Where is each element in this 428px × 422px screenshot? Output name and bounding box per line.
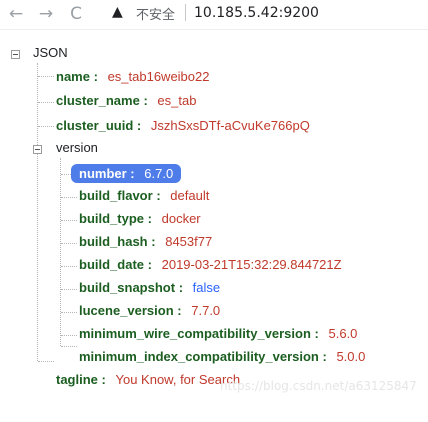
json-value: default [170,188,210,203]
tree-branch-line [61,174,71,175]
json-value: JszhSxsDTf-aCvuKe766pQ [150,118,310,133]
json-row-cluster-uuid[interactable]: cluster_uuid : JszhSxsDTf-aCvuKe766pQ [56,117,310,135]
tree-guide-line [60,158,61,346]
json-row-minimum-wire-compatibility-version[interactable]: minimum_wire_compatibility_version : 5.6… [79,325,357,343]
json-row-build-hash[interactable]: build_hash : 8453f77 [79,233,212,251]
json-key: build_snapshot [79,280,176,295]
json-row-build-snapshot[interactable]: build_snapshot : false [79,279,220,297]
json-row-minimum-index-compatibility-version[interactable]: minimum_index_compatibility_version : 5.… [79,348,365,366]
json-row-build-type[interactable]: build_type : docker [79,210,201,228]
browser-toolbar: ← → C ▲ 不安全 10.185.5.42:9200 [0,0,428,30]
tree-branch-line [61,335,77,336]
reload-icon[interactable]: C [66,4,86,24]
json-root-label[interactable]: JSON [33,45,68,60]
back-arrow-icon[interactable]: ← [6,4,26,24]
json-row-build-date[interactable]: build_date : 2019-03-21T15:32:29.844721Z [79,256,342,274]
json-key: name [56,69,90,84]
json-value: 8453f77 [165,234,213,249]
json-key: build_date [79,257,145,272]
tree-guide-line [37,63,38,361]
json-row-lucene-version[interactable]: lucene_version : 7.7.0 [79,302,220,320]
json-row-cluster-name[interactable]: cluster_name : es_tab [56,92,196,110]
json-key: minimum_index_compatibility_version [79,349,319,364]
address-bar[interactable]: ▲ 不安全 10.185.5.42:9200 [104,2,428,24]
collapse-json-toggle-icon[interactable] [11,50,20,59]
security-status-label[interactable]: 不安全 [136,4,175,23]
address-separator [185,4,186,21]
json-key: lucene_version [79,303,174,318]
json-key: cluster_uuid [56,118,134,133]
json-key: minimum_wire_compatibility_version [79,326,311,341]
json-value: 6.7.0 [144,166,174,181]
tree-branch-line [61,243,77,244]
tree-branch-line [61,220,77,221]
json-row-number-selected[interactable]: number : 6.7.0 [71,164,182,183]
json-value: es_tab16weibo22 [107,69,210,84]
json-key: cluster_name [56,93,140,108]
watermark-text: https://blog.csdn.net/a63125847 [220,379,417,393]
json-key: tagline [56,372,98,387]
tree-branch-line [61,312,77,313]
tree-branch-line [38,76,54,77]
tree-branch-line [38,361,54,362]
json-key: number [79,166,127,181]
url-text[interactable]: 10.185.5.42:9200 [194,5,319,21]
json-row-build-flavor[interactable]: build_flavor : default [79,187,209,205]
json-row-name[interactable]: name : es_tab16weibo22 [56,68,209,86]
json-tree-viewer: JSON name : es_tab16weibo22 cluster_name… [0,30,428,422]
tree-branch-line [38,126,54,127]
tree-branch-line [61,346,77,347]
json-key: build_hash [79,234,148,249]
forward-arrow-icon[interactable]: → [36,4,56,24]
json-value: 7.7.0 [191,303,221,318]
tree-branch-line [38,102,54,103]
json-value: 2019-03-21T15:32:29.844721Z [161,257,342,272]
json-value: docker [161,211,201,226]
tree-branch-line [61,266,77,267]
json-key: build_flavor [79,188,153,203]
json-key: build_type [79,211,145,226]
json-value: es_tab [157,93,197,108]
version-node-label[interactable]: version [56,140,98,155]
json-row-tagline[interactable]: tagline : You Know, for Search [56,371,240,389]
collapse-version-toggle-icon[interactable] [33,145,42,154]
json-value: 5.6.0 [328,326,358,341]
tree-branch-line [61,289,77,290]
tree-branch-line [61,197,77,198]
json-value-boolean: false [192,280,221,295]
warning-icon[interactable]: ▲ [112,5,126,19]
json-value: 5.0.0 [336,349,366,364]
